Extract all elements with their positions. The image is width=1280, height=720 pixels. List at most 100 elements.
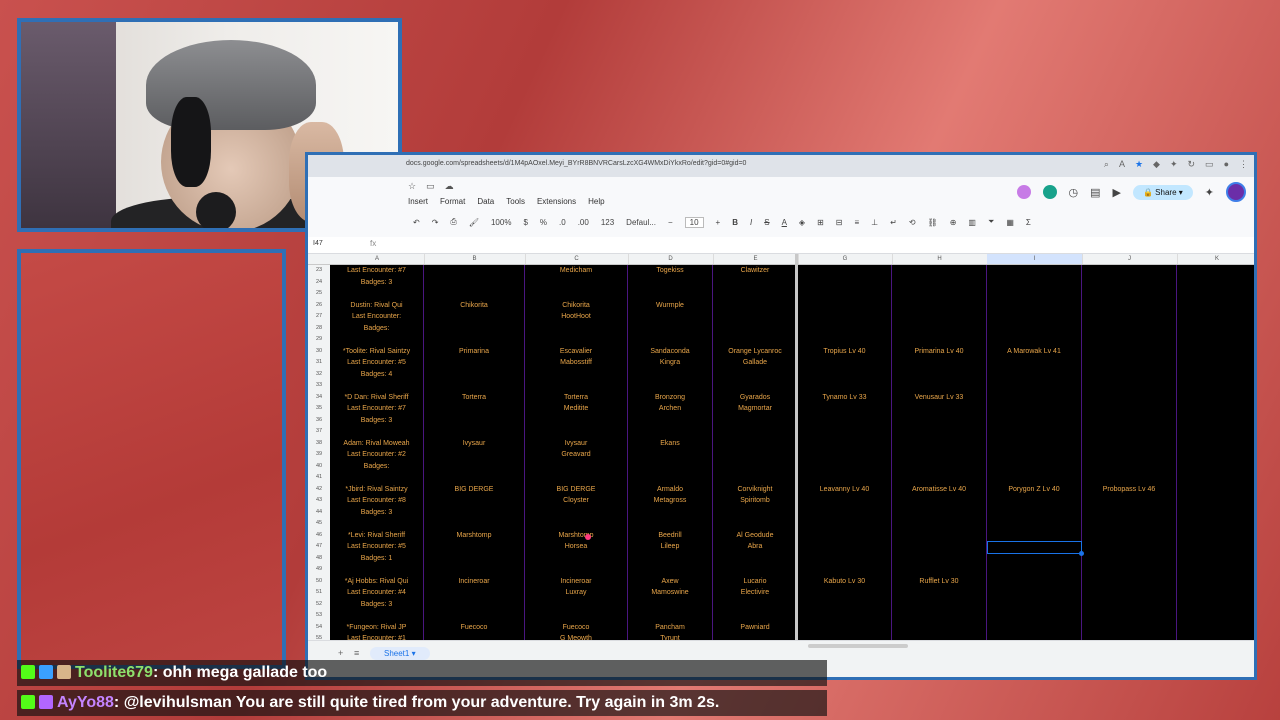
cell[interactable] [628,276,713,288]
cell[interactable] [424,472,525,484]
cell[interactable] [713,368,798,380]
cell[interactable] [628,460,713,472]
cell[interactable] [892,299,987,311]
cell[interactable] [987,552,1082,564]
cell[interactable] [892,564,987,576]
cell[interactable] [713,414,798,426]
fill-handle[interactable] [1079,550,1084,556]
row-number[interactable]: 30 [308,345,330,357]
cell[interactable]: Last Encounter: #5 [330,541,424,553]
cell[interactable] [892,552,987,564]
row-number[interactable]: 24 [308,276,330,288]
cell[interactable] [1082,518,1177,530]
spreadsheet-grid[interactable]: ABCDEGHIJK 23 Last Encounter: #7 Medicham T… [308,254,1254,646]
borders-icon[interactable]: ⊞ [817,218,824,227]
cell[interactable] [330,472,424,484]
cell[interactable] [1082,506,1177,518]
cell[interactable] [713,460,798,472]
cell[interactable] [1082,575,1177,587]
cell[interactable]: Badges: 3 [330,276,424,288]
cell[interactable] [1082,587,1177,599]
cell[interactable] [424,414,525,426]
cell[interactable] [628,610,713,622]
cell[interactable] [1082,368,1177,380]
cell[interactable] [525,506,628,518]
cell[interactable]: Badges: 1 [330,552,424,564]
cell[interactable] [892,414,987,426]
cell[interactable]: Corviknight [713,483,798,495]
cell[interactable] [892,288,987,300]
cell[interactable] [892,495,987,507]
cell[interactable]: Escavalier [525,345,628,357]
cell[interactable]: Pawniard [713,621,798,633]
cell[interactable]: Sandaconda [628,345,713,357]
link-icon[interactable]: ⛓ [928,218,938,227]
column-header-e[interactable]: E [713,254,799,264]
cell[interactable] [987,621,1082,633]
decrease-decimal-button[interactable]: .0 [559,218,566,227]
cell[interactable] [713,299,798,311]
cell[interactable]: HootHoot [525,311,628,323]
cell[interactable]: Last Encounter: #2 [330,449,424,461]
cell[interactable]: A Marowak Lv 41 [987,345,1082,357]
cell[interactable] [713,334,798,346]
cell[interactable] [798,380,892,392]
italic-button[interactable]: I [750,218,752,227]
cell[interactable]: Kabuto Lv 30 [798,575,892,587]
cell[interactable] [798,610,892,622]
cell[interactable] [424,368,525,380]
extension-icon[interactable]: ◆ [1153,159,1160,170]
undo-icon[interactable]: ↶ [413,218,420,227]
cell[interactable]: Mabosstiff [525,357,628,369]
cell[interactable] [892,587,987,599]
align-icon[interactable]: ≡ [854,218,859,227]
cell[interactable] [1177,311,1254,323]
cell[interactable] [1082,598,1177,610]
cell[interactable] [892,472,987,484]
cell[interactable] [525,598,628,610]
cell[interactable] [1177,564,1254,576]
row-number[interactable]: 51 [308,587,330,599]
cell[interactable] [1082,345,1177,357]
cell[interactable] [892,380,987,392]
cell[interactable]: *Toolite: Rival Saintzy [330,345,424,357]
cell[interactable]: Marshtomp [525,529,628,541]
cell[interactable] [987,403,1082,415]
cell[interactable] [798,288,892,300]
cell[interactable]: Kingra [628,357,713,369]
cell[interactable] [424,311,525,323]
cell[interactable] [424,426,525,438]
cell[interactable] [424,357,525,369]
cell[interactable] [628,518,713,530]
menu-extensions[interactable]: Extensions [537,197,576,206]
cell[interactable] [892,426,987,438]
cell[interactable]: Tropius Lv 40 [798,345,892,357]
font-size-increase[interactable]: + [716,218,721,227]
cell[interactable] [424,506,525,518]
row-number[interactable]: 35 [308,403,330,415]
cell[interactable] [798,426,892,438]
comment-icon[interactable]: ▤ [1090,186,1100,199]
cell[interactable]: Medicham [525,265,628,277]
cell[interactable] [330,334,424,346]
translate-icon[interactable]: A [1119,159,1125,170]
refresh-icon[interactable]: ↻ [1188,159,1196,170]
menu-help[interactable]: Help [588,197,604,206]
cell[interactable] [1177,599,1254,611]
cell[interactable]: Venusaur Lv 33 [892,391,987,403]
row-number[interactable]: 26 [308,299,330,311]
cell[interactable] [892,621,987,633]
cell[interactable] [1177,553,1254,565]
cell[interactable] [424,541,525,553]
cell[interactable] [424,334,525,346]
cell[interactable] [987,437,1082,449]
cell[interactable] [798,460,892,472]
cell[interactable]: Rufflet Lv 30 [892,575,987,587]
cell[interactable] [798,552,892,564]
cell[interactable] [987,564,1082,576]
cell[interactable]: Abra [713,541,798,553]
cell[interactable] [1082,541,1177,553]
cell[interactable]: Orange Lycanroc [713,345,798,357]
cell[interactable]: Porygon Z Lv 40 [987,483,1082,495]
cell[interactable] [1082,437,1177,449]
